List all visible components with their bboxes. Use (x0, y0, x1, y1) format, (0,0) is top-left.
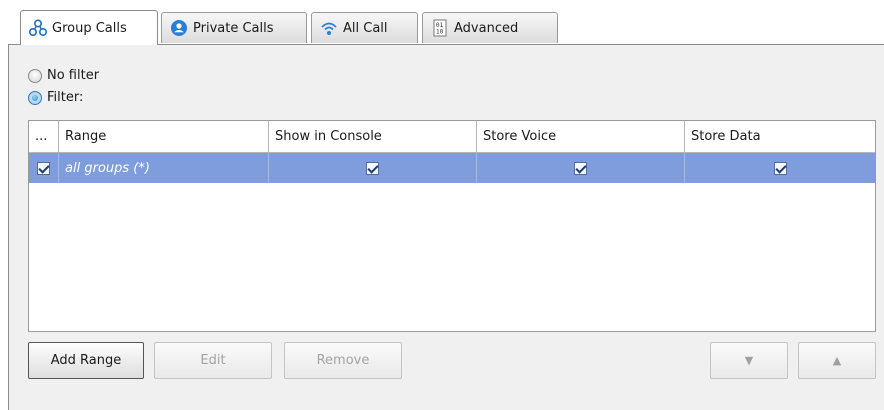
arrow-down-icon: ▼ (744, 354, 754, 367)
no-filter-radio[interactable] (28, 68, 42, 83)
filter-radio[interactable] (28, 90, 42, 105)
filter-label: Filter: (47, 90, 84, 105)
edit-button[interactable]: Edit (154, 342, 272, 379)
column-header-range[interactable]: Range (59, 121, 269, 152)
table-header: ... Range Show in Console Store Voice St… (29, 121, 875, 153)
filter-option[interactable]: Filter: (28, 90, 83, 105)
tab-label: Group Calls (52, 20, 127, 36)
move-down-button[interactable]: ▼ (710, 342, 788, 379)
tab-strip: Group Calls Private Calls All Call 01 10… (20, 10, 884, 45)
tab-group-calls[interactable]: Group Calls (20, 10, 158, 45)
column-header-options[interactable]: ... (29, 121, 59, 152)
group-icon (28, 19, 48, 37)
tab-all-call[interactable]: All Call (311, 12, 418, 43)
row-enabled-cell[interactable] (29, 153, 59, 183)
store-voice-cell[interactable] (477, 153, 685, 183)
tab-label: All Call (343, 20, 388, 36)
tab-label: Advanced (454, 20, 519, 36)
broadcast-icon (320, 19, 338, 37)
no-filter-label: No filter (47, 68, 100, 83)
tab-private-calls[interactable]: Private Calls (161, 12, 307, 43)
row-enabled-checkbox[interactable] (37, 161, 50, 175)
no-filter-option[interactable]: No filter (28, 68, 99, 83)
add-range-button[interactable]: Add Range (28, 342, 144, 379)
column-header-store-voice[interactable]: Store Voice (477, 121, 685, 152)
show-in-console-checkbox[interactable] (366, 161, 379, 175)
tab-label: Private Calls (193, 20, 274, 36)
remove-button[interactable]: Remove (284, 342, 402, 379)
store-voice-checkbox[interactable] (574, 161, 587, 175)
arrow-up-icon: ▲ (832, 354, 842, 367)
show-in-console-cell[interactable] (269, 153, 477, 183)
binary-file-icon: 01 10 (431, 19, 449, 37)
column-header-store-data[interactable]: Store Data (685, 121, 875, 152)
range-cell[interactable]: all groups (*) (59, 153, 269, 183)
svg-text:10: 10 (436, 29, 444, 36)
store-data-checkbox[interactable] (773, 161, 787, 175)
move-up-button[interactable]: ▲ (798, 342, 876, 379)
column-header-show-in-console[interactable]: Show in Console (269, 121, 477, 152)
range-table: ... Range Show in Console Store Voice St… (28, 120, 876, 332)
person-icon (170, 19, 188, 37)
store-data-cell[interactable] (685, 153, 875, 183)
tab-advanced[interactable]: 01 10 Advanced (422, 12, 558, 43)
table-row[interactable]: all groups (*) (29, 153, 875, 183)
